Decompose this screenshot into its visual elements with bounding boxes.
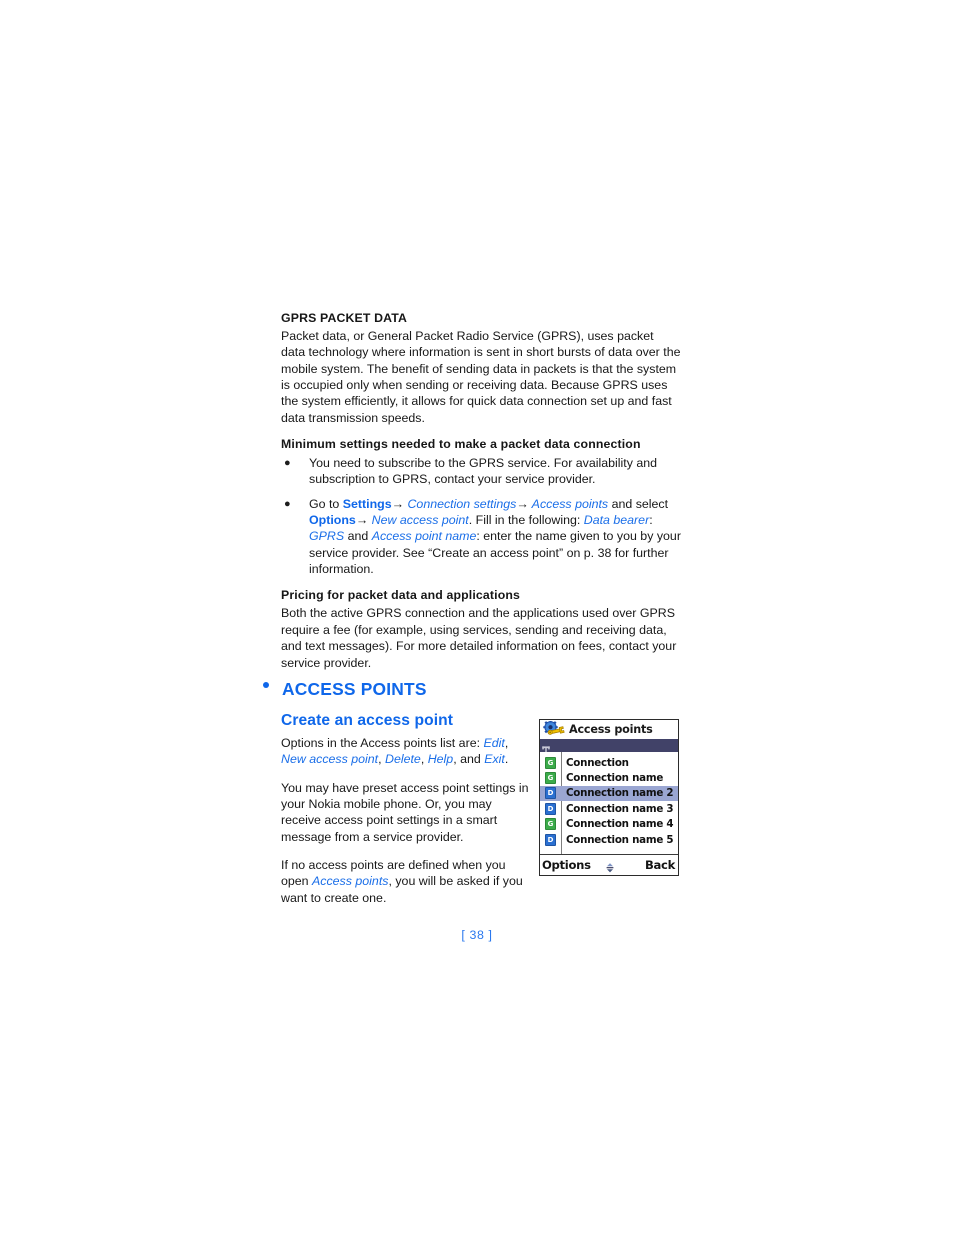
section-bullet-icon [263,682,269,688]
bearer-badge: D [545,802,556,815]
access-points-text-column: Options in the Access points list are: E… [281,735,533,906]
sep: , and [453,752,485,767]
gear-wrench-icon [543,720,567,738]
sep: , [378,752,385,767]
list-item[interactable]: G Connection [540,755,678,770]
sep: , [504,736,509,750]
bearer-badge: D [545,833,556,846]
list-item-label: Connection name 5 [566,833,674,846]
pricing-heading: Pricing for packet data and applications [281,588,521,603]
gprs-packet-data-paragraph: Packet data, or General Packet Radio Ser… [281,329,681,425]
menu-path-connection-settings: Connection settings [404,496,517,511]
list-item-label: Connection name 2 [566,787,674,800]
option-new-access-point: New access point [281,752,379,767]
menu-path-options: Options [309,513,356,528]
preset-settings-paragraph: You may have preset access point setting… [281,780,529,844]
arrow-icon: → [391,496,405,511]
data-bearer-icon: D [540,833,561,846]
menu-path-access-points: Access points [528,496,609,511]
minimum-settings-list: ● You need to subscribe to the GPRS servi… [281,455,681,577]
bearer-badge: D [545,787,556,800]
list-item-label: Connection [566,756,629,769]
phone-title-bar: Access points [540,720,678,739]
phone-access-points-list[interactable]: G Connection G Connection name D Connect… [540,752,678,856]
bullet-2-text-2: and select [608,496,669,511]
option-help: Help [427,752,454,767]
bearer-badge: G [545,818,556,831]
bullet-icon: ● [284,497,291,510]
bullet-2-text-4: : [649,513,653,528]
list-item-selected[interactable]: D Connection name 2 [540,785,678,802]
field-data-bearer: Data bearer [583,513,650,528]
list-item: ● Go to Settings→ Connection settings→ Ac… [281,496,681,578]
gprs-bearer-icon: G [540,772,561,785]
option-delete: Delete [385,752,421,767]
value-gprs: GPRS [309,529,345,544]
sep: , [420,752,428,767]
arrow-icon: → [516,496,529,511]
scroll-updown-icon [604,859,616,873]
section-title: ACCESS POINTS [282,679,427,699]
phone-status-bar [540,739,678,756]
page-number: [ 38 ] [461,928,493,942]
bearer-badge: G [545,756,556,769]
minimum-settings-heading: Minimum settings needed to make a packet… [281,437,641,452]
main-text-column: GPRS PACKET DATA Packet data, or General… [281,311,681,671]
gprs-packet-data-heading: GPRS PACKET DATA [281,311,408,325]
softkey-options[interactable]: Options [542,858,591,872]
list-item[interactable]: G Connection name [540,770,678,785]
softkey-back[interactable]: Back [645,858,675,872]
bearer-badge: G [545,772,556,785]
document-page: GPRS PACKET DATA Packet data, or General… [0,0,954,1235]
signal-antenna-icon [542,741,550,756]
menu-path-new-access-point: New access point [368,513,469,528]
no-access-points-paragraph: If no access points are defined when you… [281,857,533,906]
list-item-label: Connection name 4 [566,818,674,831]
list-item: ● You need to subscribe to the GPRS servi… [281,455,681,488]
bullet-2-lead: Go to [309,496,343,511]
gprs-bearer-icon: G [540,818,561,831]
list-item[interactable]: D Connection name 3 [540,801,678,816]
option-exit: Exit [484,752,505,767]
phone-screenshot-mock: Access points G Connection G Connection … [539,719,679,876]
access-points-section-heading: ACCESS POINTS [263,679,683,699]
arrow-icon: → [355,513,369,528]
options-lead: Options in the Access points list are: [281,736,484,750]
link-access-points: Access points [312,874,389,889]
bullet-1-text: You need to subscribe to the GPRS servic… [309,456,658,487]
phone-softkey-bar: Options Back [540,854,678,875]
bullet-icon: ● [284,457,291,470]
pricing-paragraph: Both the active GPRS connection and the … [281,606,677,670]
bullet-2-text-5: and [344,529,372,544]
list-item[interactable]: D Connection name 5 [540,832,678,847]
options-in-list-paragraph: Options in the Access points list are: E… [281,735,533,768]
field-access-point-name: Access point name [371,529,477,544]
option-edit: Edit [483,736,505,750]
list-item-label: Connection name 3 [566,802,674,815]
bullet-2-text-3: . Fill in the following: [468,513,584,528]
gprs-bearer-icon: G [540,756,561,769]
data-bearer-icon: D [540,787,561,800]
sep: . [504,752,509,767]
list-item-label: Connection name [566,772,664,785]
phone-title-text: Access points [569,723,653,736]
menu-path-settings: Settings [342,496,392,511]
data-bearer-icon: D [540,802,561,815]
list-item[interactable]: G Connection name 4 [540,817,678,832]
create-access-point-subheading: Create an access point [281,712,454,729]
